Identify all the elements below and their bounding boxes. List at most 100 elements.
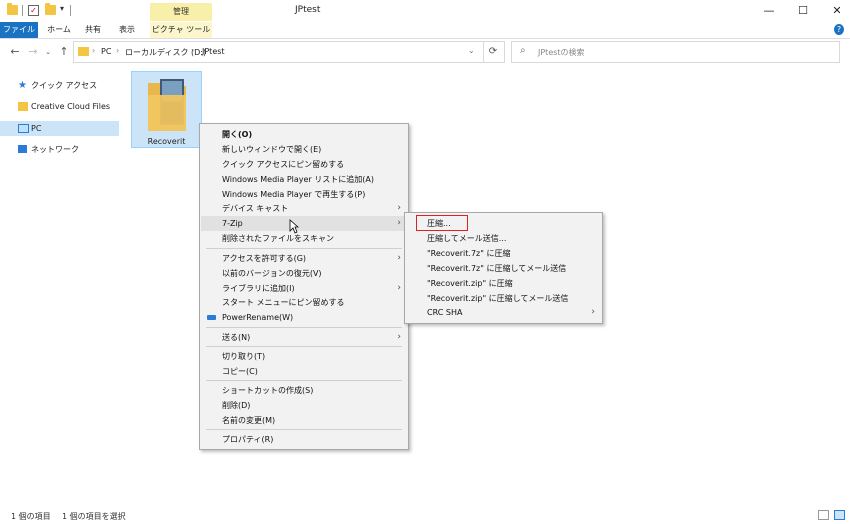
menu-item-open[interactable]: 開く(O) (201, 127, 407, 142)
nav-item-pc[interactable]: PC (0, 121, 119, 136)
menu-item-scan-deleted[interactable]: 削除されたファイルをスキャン (201, 231, 407, 246)
network-icon (18, 145, 27, 153)
breadcrumb-folder[interactable]: JPtest (202, 47, 225, 56)
search-input[interactable]: ⌕ JPtestの検索 (511, 41, 840, 63)
menu-separator (206, 346, 402, 347)
maximize-button[interactable]: ☐ (786, 0, 820, 22)
chevron-right-icon: › (591, 307, 595, 317)
menu-item-cast-to-device[interactable]: デバイス キャスト › (201, 201, 407, 216)
menu-item-label: プロパティ(R) (222, 435, 274, 444)
tab-file[interactable]: ファイル (0, 22, 38, 38)
menu-item-powerrename[interactable]: PowerRename(W) (201, 310, 407, 325)
menu-item-label: Windows Media Player で再生する(P) (222, 190, 366, 199)
menu-item-wmp-play[interactable]: Windows Media Player で再生する(P) (201, 187, 407, 202)
menu-item-label: 開く(O) (222, 130, 253, 139)
nav-item-creative-cloud[interactable]: Creative Cloud Files (0, 99, 119, 114)
customize-dropdown-icon[interactable]: ▾ (60, 4, 64, 13)
address-dropdown-icon[interactable]: ⌄ (468, 46, 475, 55)
star-icon: ★ (18, 80, 27, 91)
chevron-right-icon: › (397, 218, 401, 228)
refresh-button[interactable]: ⟳ (482, 41, 505, 63)
menu-item-rename[interactable]: 名前の変更(M) (201, 413, 407, 428)
folder-icon (7, 3, 18, 15)
folder-icon (78, 47, 89, 56)
tab-view[interactable]: 表示 (114, 22, 140, 38)
submenu-item-crc-sha[interactable]: CRC SHA › (406, 305, 601, 320)
forward-arrow-icon[interactable]: → (25, 44, 41, 60)
menu-item-label: "Recoverit.zip" に圧縮してメール送信 (427, 294, 569, 303)
new-folder-icon[interactable] (45, 3, 56, 15)
submenu-item-compress-zip[interactable]: "Recoverit.zip" に圧縮 (406, 276, 601, 291)
menu-item-create-shortcut[interactable]: ショートカットの作成(S) (201, 383, 407, 398)
mouse-cursor-icon (289, 219, 299, 234)
menu-item-label: 以前のバージョンの復元(V) (222, 269, 322, 278)
menu-item-7zip[interactable]: 7-Zip › (201, 216, 407, 231)
chevron-right-icon: › (397, 203, 401, 213)
nav-item-label: ネットワーク (31, 145, 79, 154)
menu-item-label: 新しいウィンドウで開く(E) (222, 145, 322, 154)
chevron-right-icon: › (397, 332, 401, 342)
folder-thumbnail-icon (148, 79, 186, 131)
menu-item-pin-start[interactable]: スタート メニューにピン留めする (201, 295, 407, 310)
menu-item-label: デバイス キャスト (222, 204, 289, 213)
menu-item-label: 送る(N) (222, 333, 251, 342)
menu-item-label: 削除(D) (222, 401, 251, 410)
divider (22, 5, 23, 16)
tab-share[interactable]: 共有 (80, 22, 106, 38)
powerrename-icon (207, 315, 216, 320)
submenu-item-compress-zip-email[interactable]: "Recoverit.zip" に圧縮してメール送信 (406, 291, 601, 306)
tab-picture-tools[interactable]: ピクチャ ツール (150, 22, 212, 38)
nav-item-quick-access[interactable]: ★ クイック アクセス (0, 78, 119, 93)
breadcrumb-pc[interactable]: PC (101, 47, 111, 56)
menu-item-label: 切り取り(T) (222, 352, 266, 361)
menu-item-give-access[interactable]: アクセスを許可する(G) › (201, 251, 407, 266)
menu-item-pin-quick-access[interactable]: クイック アクセスにピン留めする (201, 157, 407, 172)
menu-item-send-to[interactable]: 送る(N) › (201, 330, 407, 345)
details-view-icon[interactable] (818, 510, 829, 520)
menu-item-label: クイック アクセスにピン留めする (222, 160, 345, 169)
submenu-item-compress-7z[interactable]: "Recoverit.7z" に圧縮 (406, 246, 601, 261)
divider (70, 5, 71, 16)
menu-item-label: "Recoverit.7z" に圧縮してメール送信 (427, 264, 567, 273)
nav-item-network[interactable]: ネットワーク (0, 142, 119, 157)
menu-separator (206, 248, 402, 249)
title-bar: ✓ ▾ JPtest — ☐ ✕ (0, 0, 850, 22)
large-icons-view-icon[interactable] (834, 510, 845, 520)
manage-context-label: 管理 (173, 7, 189, 16)
menu-item-include-library[interactable]: ライブラリに追加(I) › (201, 281, 407, 296)
menu-item-copy[interactable]: コピー(C) (201, 364, 407, 379)
search-placeholder: JPtestの検索 (538, 48, 585, 57)
close-button[interactable]: ✕ (820, 0, 850, 22)
menu-item-properties[interactable]: プロパティ(R) (201, 432, 407, 447)
status-bar: 1 個の項目 1 個の項目を選択 (0, 508, 850, 524)
file-name-label: Recoverit (147, 137, 186, 146)
search-icon: ⌕ (520, 45, 526, 56)
menu-item-cut[interactable]: 切り取り(T) (201, 349, 407, 364)
tab-home[interactable]: ホーム (44, 22, 74, 38)
window-title: JPtest (295, 5, 321, 15)
menu-item-label: コピー(C) (222, 367, 258, 376)
menu-item-restore-versions[interactable]: 以前のバージョンの復元(V) (201, 266, 407, 281)
submenu-item-compress-7z-email[interactable]: "Recoverit.7z" に圧縮してメール送信 (406, 261, 601, 276)
menu-item-label: ショートカットの作成(S) (222, 386, 314, 395)
properties-check-icon[interactable]: ✓ (28, 5, 39, 16)
menu-item-delete[interactable]: 削除(D) (201, 398, 407, 413)
up-arrow-icon[interactable]: ↑ (56, 44, 72, 60)
menu-item-label: CRC SHA (427, 308, 463, 317)
compress-highlight-box (416, 215, 468, 231)
nav-item-label: Creative Cloud Files (31, 102, 111, 111)
minimize-button[interactable]: — (752, 0, 786, 22)
computer-icon (18, 124, 29, 133)
menu-item-open-new-window[interactable]: 新しいウィンドウで開く(E) (201, 142, 407, 157)
submenu-item-compress-email[interactable]: 圧縮してメール送信... (406, 231, 601, 246)
chevron-right-icon: › (397, 283, 401, 293)
back-arrow-icon[interactable]: ← (7, 44, 23, 60)
breadcrumb-separator-icon: › (92, 46, 96, 55)
address-bar[interactable]: › PC › ローカルディスク (D:) › JPtest ⌄ (73, 41, 484, 63)
context-menu: 開く(O) 新しいウィンドウで開く(E) クイック アクセスにピン留めする Wi… (199, 123, 409, 450)
menu-item-wmp-add-list[interactable]: Windows Media Player リストに追加(A) (201, 172, 407, 187)
recent-dropdown-icon[interactable]: ⌄ (40, 44, 56, 60)
menu-item-label: スタート メニューにピン留めする (222, 298, 345, 307)
help-icon[interactable]: ? (834, 24, 844, 35)
menu-separator (206, 327, 402, 328)
